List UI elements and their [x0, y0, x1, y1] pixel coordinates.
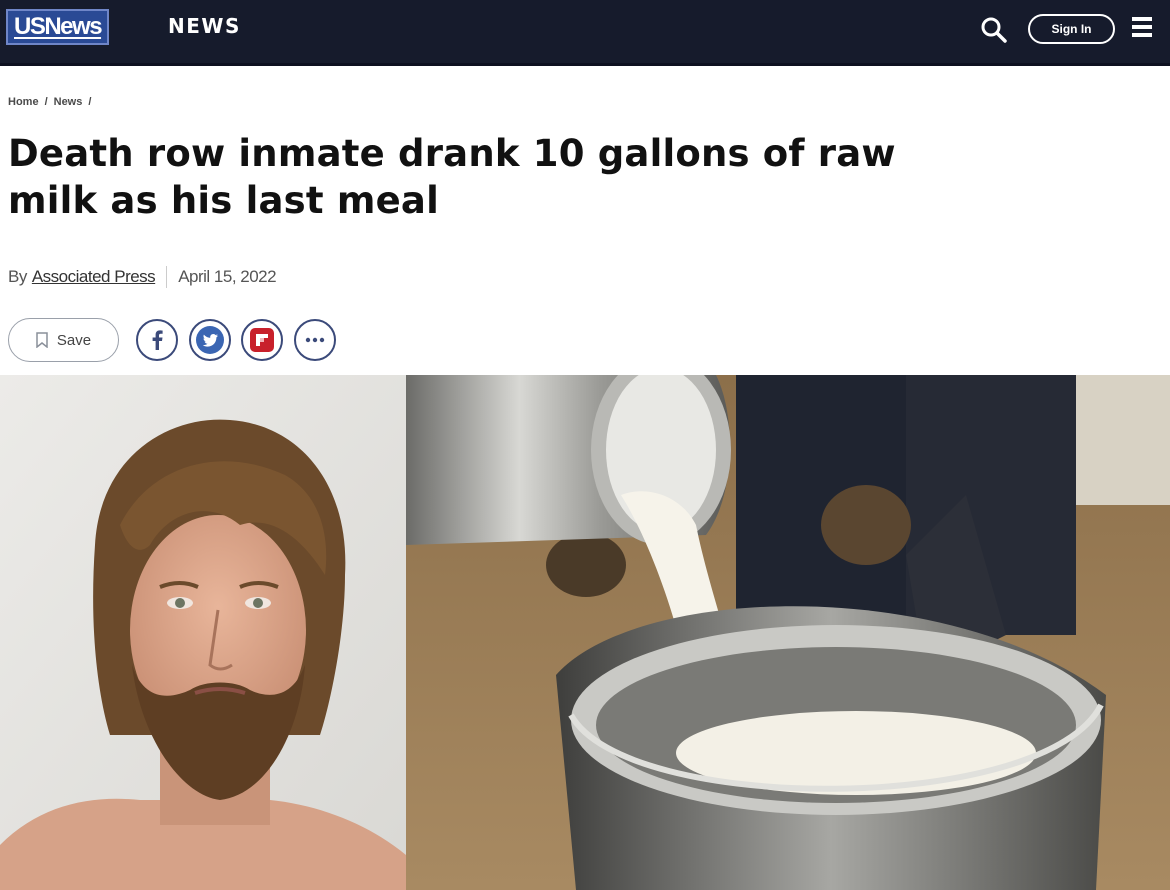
- milk-pouring-photo: [406, 375, 1170, 890]
- bookmark-icon: [36, 332, 48, 348]
- flipboard-share-button[interactable]: [241, 319, 283, 361]
- article-headline: Death row inmate drank 10 gallons of raw…: [8, 132, 896, 222]
- breadcrumb-home[interactable]: Home: [8, 96, 39, 108]
- flipboard-icon: [250, 328, 274, 352]
- twitter-icon: [196, 326, 224, 354]
- byline-divider: [166, 266, 168, 288]
- usnews-logo[interactable]: USNews: [6, 9, 110, 45]
- byline: By Associated Press April 15, 2022: [8, 266, 277, 288]
- publish-date: April 15, 2022: [178, 267, 277, 286]
- sign-in-button[interactable]: Sign In: [1028, 14, 1115, 44]
- breadcrumb-separator: /: [44, 96, 48, 108]
- breadcrumb: Home / News /: [8, 96, 97, 108]
- logo-text: USNews: [14, 13, 103, 40]
- save-label: Save: [56, 331, 92, 349]
- breadcrumb-news[interactable]: News: [54, 96, 83, 108]
- more-share-options-button[interactable]: [294, 319, 336, 361]
- hamburger-menu-icon[interactable]: [1132, 17, 1154, 41]
- ellipsis-icon: [305, 337, 325, 343]
- portrait-photo: [0, 375, 406, 890]
- byline-prefix: By: [8, 267, 27, 286]
- section-label[interactable]: NEWS: [168, 14, 241, 38]
- search-icon[interactable]: [980, 16, 1008, 44]
- top-nav-bar: USNews NEWS Sign In: [0, 0, 1170, 66]
- twitter-share-button[interactable]: [189, 319, 231, 361]
- facebook-share-button[interactable]: [136, 319, 178, 361]
- author-link[interactable]: Associated Press: [32, 267, 156, 287]
- breadcrumb-separator: /: [88, 96, 92, 108]
- facebook-icon: [152, 330, 163, 350]
- save-button[interactable]: Save: [8, 318, 119, 362]
